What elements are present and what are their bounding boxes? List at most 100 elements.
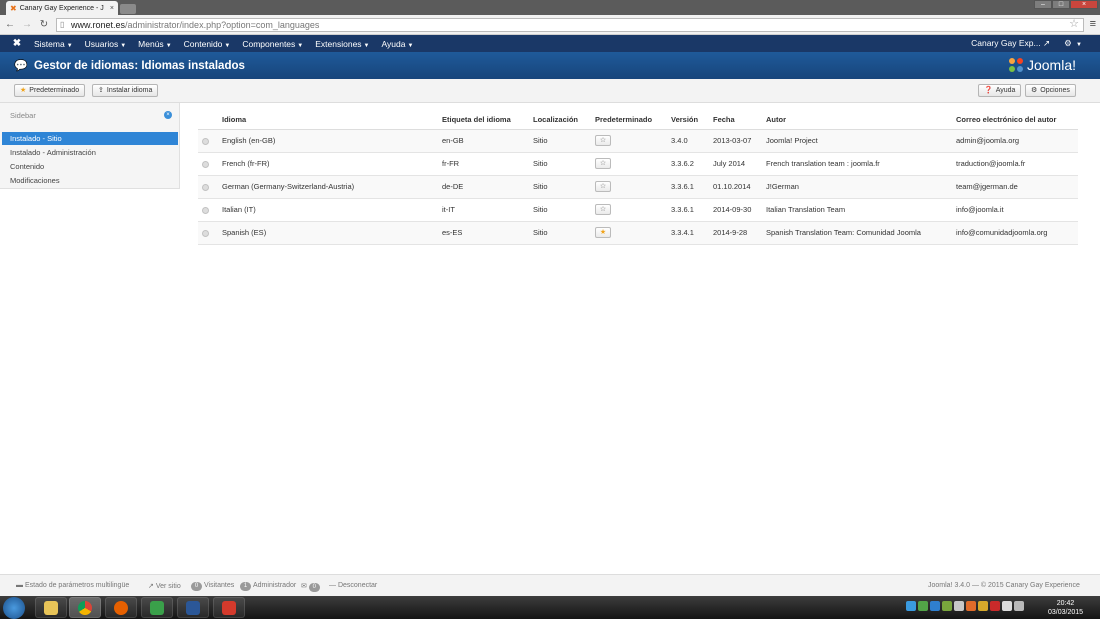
view-site-link[interactable]: ↗ Ver sitio [148, 582, 181, 590]
col-fecha[interactable]: Fecha [713, 115, 735, 124]
row-select-radio[interactable] [202, 207, 209, 214]
windows-taskbar: 20:42 03/03/2015 [0, 596, 1100, 619]
tray-icon[interactable] [954, 601, 964, 611]
set-default-star-icon[interactable]: ☆ [595, 204, 611, 215]
browser-tab[interactable]: ✖ Canary Gay Experience - J × [6, 1, 118, 15]
col-version[interactable]: Versión [671, 115, 698, 124]
cell-date: 01.10.2014 [713, 182, 751, 191]
address-bar[interactable]: ▯ www.ronet.es/administrator/index.php?o… [56, 18, 1084, 32]
sidebar-item-instalado-administracion[interactable]: Instalado - Administración [2, 146, 178, 159]
cell-language: Italian (IT) [222, 205, 256, 214]
col-predeterminado[interactable]: Predeterminado [595, 115, 652, 124]
col-idioma[interactable]: Idioma [222, 115, 246, 124]
caret-down-icon: ▼ [165, 42, 172, 49]
col-autor[interactable]: Autor [766, 115, 786, 124]
help-button[interactable]: ❓ Ayuda [978, 84, 1022, 97]
minimize-icon[interactable]: – [1034, 0, 1052, 9]
cell-language: English (en-GB) [222, 136, 276, 145]
firefox-app-icon[interactable] [105, 597, 137, 618]
tray-icon[interactable] [990, 601, 1000, 611]
paint-app-icon[interactable] [213, 597, 245, 618]
cell-location: Sitio [533, 228, 548, 237]
word-app-icon[interactable] [177, 597, 209, 618]
col-etiqueta[interactable]: Etiqueta del idioma [442, 115, 511, 124]
gear-icon: ⚙ [1031, 87, 1038, 94]
comment-icon: ▬ [16, 582, 23, 589]
system-tray [906, 601, 1024, 611]
star-icon: ★ [20, 87, 27, 94]
set-default-star-icon[interactable]: ☆ [595, 158, 611, 169]
col-correo[interactable]: Correo electrónico del autor [956, 115, 1056, 124]
logout-link[interactable]: — Desconectar [329, 582, 377, 589]
sidebar-item-modificaciones[interactable]: Modificaciones [2, 174, 178, 187]
set-default-star-icon[interactable]: ☆ [595, 181, 611, 192]
windows-start-icon[interactable] [3, 597, 25, 619]
table-row: German (Germany-Switzerland-Austria) de-… [198, 176, 1078, 199]
menu-contenido[interactable]: Contenido ▼ [184, 39, 231, 49]
envelope-icon: ✉ [301, 583, 307, 590]
tray-icon[interactable] [1002, 601, 1012, 611]
transfer-app-icon[interactable] [141, 597, 173, 618]
menu-extensiones[interactable]: Extensiones ▼ [315, 39, 369, 49]
tray-icon[interactable] [978, 601, 988, 611]
cell-author: French translation team : joomla.fr [766, 159, 880, 168]
browser-tab-title: Canary Gay Experience - J [19, 4, 104, 12]
reload-icon[interactable]: ↻ [37, 19, 51, 30]
cell-date: July 2014 [713, 159, 746, 168]
site-link[interactable]: Canary Gay Exp... ↗ [971, 38, 1050, 49]
tray-icon[interactable] [942, 601, 952, 611]
options-button[interactable]: ⚙ Opciones [1025, 84, 1076, 97]
back-arrow-icon[interactable]: ← [3, 19, 17, 30]
maximize-icon[interactable]: □ [1052, 0, 1070, 9]
menu-ayuda[interactable]: Ayuda ▼ [382, 39, 414, 49]
tray-icon[interactable] [930, 601, 940, 611]
action-toolbar: ★ Predeterminado ⇪ Instalar idioma ❓ Ayuda … [0, 79, 1100, 103]
install-language-button[interactable]: ⇪ Instalar idioma [92, 84, 159, 97]
sidebar: Sidebar × Instalado - Sitio Instalado - … [0, 103, 180, 189]
volume-icon[interactable] [1014, 601, 1024, 611]
taskbar-clock[interactable]: 20:42 03/03/2015 [1048, 599, 1083, 617]
cell-location: Sitio [533, 205, 548, 214]
table-row: Italian (IT) it-IT Sitio ☆ 3.3.6.1 2014-… [198, 199, 1078, 222]
default-language-star-icon: ★ [595, 227, 611, 238]
menu-componentes[interactable]: Componentes ▼ [242, 39, 303, 49]
joomla-logo-icon[interactable]: ✖ [0, 38, 34, 49]
row-select-radio[interactable] [202, 184, 209, 191]
cell-tag: es-ES [442, 228, 463, 237]
tab-close-icon[interactable]: × [110, 5, 114, 12]
sidebar-toggle-close-icon[interactable]: × [164, 111, 172, 119]
col-localizacion[interactable]: Localización [533, 115, 578, 124]
multilang-status-link[interactable]: ▬ Estado de parámetros multilingüe [16, 582, 129, 589]
cell-tag: de-DE [442, 182, 464, 191]
browser-menu-icon[interactable]: ≡ [1090, 18, 1096, 30]
sidebar-item-contenido[interactable]: Contenido [2, 160, 178, 173]
tray-icon[interactable] [966, 601, 976, 611]
row-select-radio[interactable] [202, 138, 209, 145]
row-select-radio[interactable] [202, 161, 209, 168]
bookmark-star-icon[interactable]: ☆ [1069, 18, 1079, 30]
caret-down-icon: ▼ [66, 42, 73, 49]
explorer-app-icon[interactable] [35, 597, 67, 618]
messages-count[interactable]: ✉ 0 [301, 582, 322, 592]
close-window-icon[interactable]: × [1070, 0, 1098, 9]
menu-sistema[interactable]: Sistema ▼ [34, 39, 73, 49]
question-icon: ❓ [984, 87, 993, 94]
tray-icon[interactable] [906, 601, 916, 611]
page-header: 💬 Gestor de idiomas: Idiomas instalados … [0, 52, 1100, 79]
new-tab-button[interactable] [120, 4, 136, 14]
cell-author: Spanish Translation Team: Comunidad Joom… [766, 228, 921, 237]
sidebar-item-instalado-sitio[interactable]: Instalado - Sitio [2, 132, 178, 145]
forward-arrow-icon[interactable]: → [20, 19, 34, 30]
chrome-app-icon[interactable] [69, 597, 101, 618]
table-row: English (en-GB) en-GB Sitio ☆ 3.4.0 2013… [198, 130, 1078, 153]
cell-location: Sitio [533, 182, 548, 191]
user-settings-gear-icon[interactable]: ⚙ ▼ [1064, 38, 1082, 49]
set-default-star-icon[interactable]: ☆ [595, 135, 611, 146]
table-header: Idioma Etiqueta del idioma Localización … [198, 110, 1078, 130]
row-select-radio[interactable] [202, 230, 209, 237]
tray-icon[interactable] [918, 601, 928, 611]
set-default-button[interactable]: ★ Predeterminado [14, 84, 86, 97]
menu-menus[interactable]: Menús ▼ [138, 39, 171, 49]
admin-top-menu: ✖ Sistema ▼ Usuarios ▼ Menús ▼ Contenido ▼ C… [0, 35, 1100, 52]
menu-usuarios[interactable]: Usuarios ▼ [85, 39, 127, 49]
